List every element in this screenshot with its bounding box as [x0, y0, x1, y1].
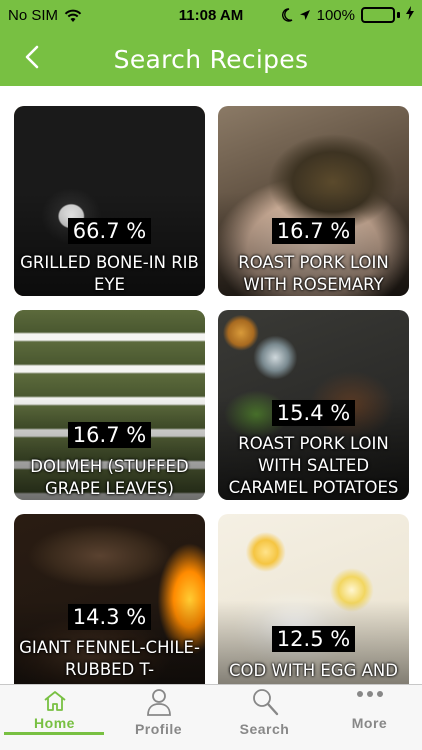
- recipe-title: COD WITH EGG AND: [229, 661, 398, 680]
- match-percent: 15.4 %: [271, 400, 356, 426]
- page-title: Search Recipes: [113, 45, 309, 74]
- person-icon: [106, 687, 211, 717]
- match-percent: 16.7 %: [271, 218, 356, 244]
- recipe-title: DOLMEH (STUFFED GRAPE LEAVES): [30, 457, 189, 498]
- match-percent: 66.7 %: [67, 218, 152, 244]
- tab-search[interactable]: Search: [212, 685, 317, 750]
- nav-bar: Search Recipes: [0, 32, 422, 86]
- match-percent: 12.5 %: [271, 626, 356, 652]
- location-arrow-icon: [299, 9, 311, 21]
- battery-icon: [361, 7, 400, 23]
- recipe-card-roast-pork-loin-caramel-potatoes[interactable]: 15.4 % ROAST PORK LOIN WITH SALTED CARAM…: [218, 310, 409, 500]
- moon-icon: [281, 8, 293, 22]
- match-percent: 16.7 %: [67, 422, 152, 448]
- home-icon: [2, 689, 107, 713]
- tab-more[interactable]: More: [317, 685, 422, 750]
- recipe-title: GIANT FENNEL-CHILE-RUBBED T-: [19, 638, 200, 679]
- recipe-card-dolmeh[interactable]: 16.7 % DOLMEH (STUFFED GRAPE LEAVES): [14, 310, 205, 500]
- tab-profile[interactable]: Profile: [106, 685, 211, 750]
- recipe-title: ROAST PORK LOIN WITH ROSEMARY: [238, 253, 389, 294]
- recipe-card-giant-fennel-chile-rubbed[interactable]: 14.3 % GIANT FENNEL-CHILE-RUBBED T-: [14, 514, 205, 684]
- tab-label: Profile: [134, 721, 183, 737]
- battery-percent: 100%: [316, 6, 355, 24]
- recipe-card-cod-with-egg[interactable]: 12.5 % COD WITH EGG AND: [218, 514, 409, 684]
- status-right: 100%: [281, 6, 414, 24]
- tab-bar: Home Profile Search More: [0, 684, 422, 750]
- search-icon: [212, 687, 317, 717]
- recipe-card-grilled-bone-in-rib-eye[interactable]: 66.7 % GRILLED BONE-IN RIB EYE: [14, 106, 205, 296]
- tab-label: Home: [34, 715, 75, 731]
- recipe-title: GRILLED BONE-IN RIB EYE: [20, 253, 199, 294]
- match-percent: 14.3 %: [67, 604, 152, 630]
- recipe-card-roast-pork-loin-rosemary[interactable]: 16.7 % ROAST PORK LOIN WITH ROSEMARY: [218, 106, 409, 296]
- tab-home[interactable]: Home: [2, 685, 107, 750]
- charging-icon: [406, 6, 414, 24]
- active-tab-indicator: [4, 732, 104, 735]
- tab-label: Search: [239, 721, 290, 737]
- more-dots-icon: [317, 689, 422, 699]
- status-bar: No SIM 11:08 AM 100%: [0, 0, 422, 32]
- recipe-title: ROAST PORK LOIN WITH SALTED CARAMEL POTA…: [228, 434, 399, 497]
- recipe-grid: 66.7 % GRILLED BONE-IN RIB EYE 16.7 % RO…: [0, 86, 422, 684]
- tab-label: More: [351, 715, 388, 731]
